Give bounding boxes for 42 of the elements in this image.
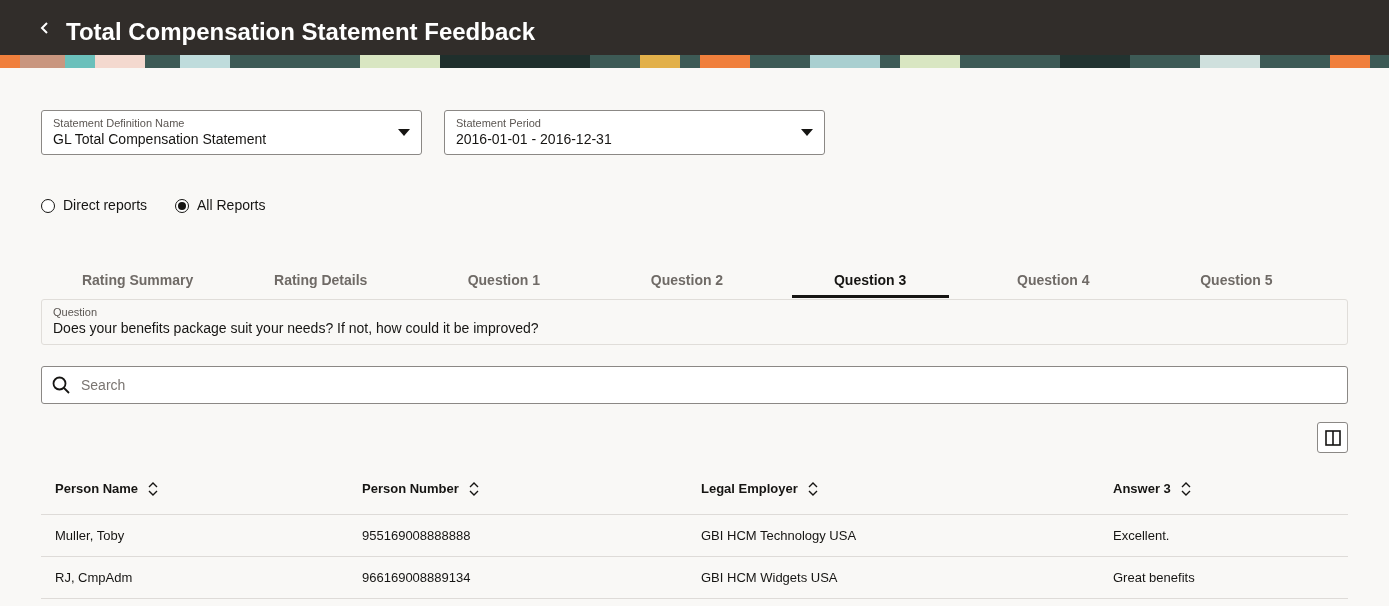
question-text: Does your benefits package suit your needs? If not, how could it be improved?: [53, 320, 540, 338]
table-cell-text: GBI HCM Technology USA: [701, 526, 858, 545]
table-cell-text: Muller, Toby: [55, 526, 126, 545]
select-field[interactable]: Statement Definition Name GL Total Compensation Statement: [41, 110, 422, 155]
tab[interactable]: Rating Summary: [59, 266, 217, 298]
select-field[interactable]: Statement Period 2016-01-01 - 2016-12-31: [444, 110, 825, 155]
field-value: 2016-01-01 - 2016-12-31: [456, 130, 612, 149]
radio-icon: [41, 198, 55, 213]
table-cell-text: 966169008889134: [362, 568, 472, 587]
caret-icon: [398, 129, 410, 136]
field-value: GL Total Compensation Statement: [53, 130, 267, 149]
column-header: Person Name: [55, 479, 139, 498]
radio-icon: [175, 198, 190, 213]
column-header: Legal Employer: [701, 479, 798, 498]
search-icon: [52, 376, 70, 394]
tab[interactable]: Question 3: [791, 266, 949, 298]
tab[interactable]: Rating Details: [242, 266, 400, 298]
caret-icon: [801, 129, 813, 136]
tab[interactable]: Question 5: [1157, 266, 1315, 298]
column-header: Person Number: [362, 479, 459, 498]
table-cell-text: 955169008888888: [362, 526, 472, 545]
field-label: Statement Period: [456, 116, 542, 131]
sort-icon[interactable]: [807, 481, 818, 496]
field-label: Statement Definition Name: [53, 116, 186, 131]
sort-icon[interactable]: [468, 481, 479, 496]
question-label: Question: [53, 306, 99, 321]
radio-option[interactable]: All Reports: [175, 195, 266, 216]
tab[interactable]: Question 1: [425, 266, 583, 298]
sort-icon[interactable]: [148, 481, 159, 496]
columns-button[interactable]: [1317, 422, 1348, 453]
column-header: Answer 3: [1113, 479, 1171, 498]
tab[interactable]: Question 4: [974, 266, 1132, 298]
table-cell-text: Great benefits: [1113, 568, 1196, 587]
search-field[interactable]: Search: [41, 366, 1348, 404]
tab[interactable]: Question 2: [608, 266, 766, 298]
table-cell-text: Excellent.: [1113, 526, 1171, 545]
table-cell-text: RJ, CmpAdm: [55, 568, 134, 587]
columns-icon: [1324, 429, 1341, 446]
radio-option[interactable]: Direct reports: [41, 195, 148, 216]
table-cell-text: GBI HCM Widgets USA: [701, 568, 839, 587]
sort-icon[interactable]: [1180, 481, 1191, 496]
page-title: Total Compensation Statement Feedback: [66, 17, 535, 47]
